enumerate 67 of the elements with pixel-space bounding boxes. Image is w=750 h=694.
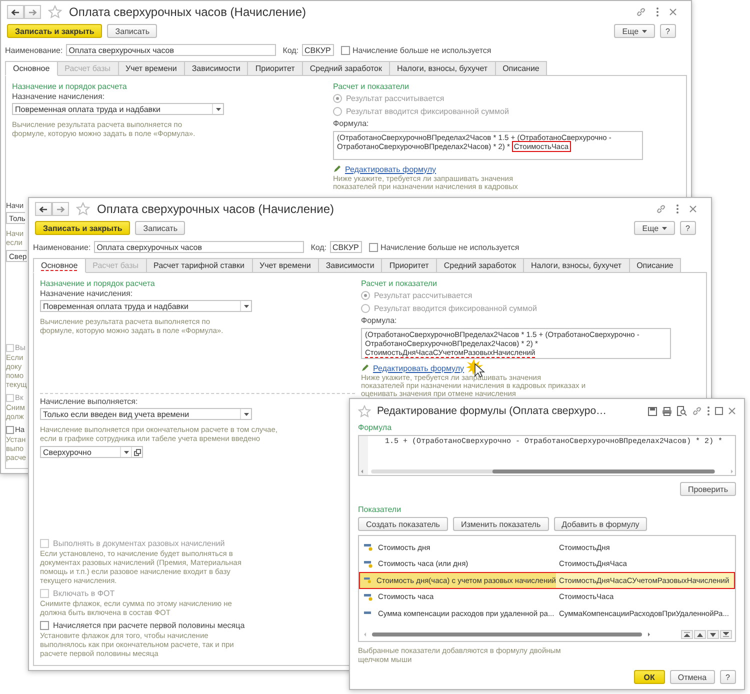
section-title: Назначение и порядок расчета: [12, 82, 128, 92]
dropdown-field[interactable]: Сверхурочно: [40, 446, 143, 458]
tab[interactable]: Основное: [5, 61, 58, 76]
field-label: Формула:: [333, 119, 370, 129]
checkbox-label: Начисление больше не используется: [352, 46, 492, 54]
name-label: Наименование:: [33, 242, 91, 252]
tab[interactable]: Основное: [33, 258, 86, 273]
tab[interactable]: Расчет тарифной ставки: [146, 258, 252, 273]
section-title: Формула: [358, 423, 393, 433]
section-title: Показатели: [358, 505, 402, 515]
section-title: Расчет и показатели: [361, 279, 438, 289]
check-button[interactable]: Проверить: [680, 482, 736, 496]
field-label: Начисление выполняется:: [40, 397, 139, 407]
tab[interactable]: Учет времени: [118, 61, 185, 76]
tab[interactable]: Приоритет: [247, 61, 303, 76]
field-label: Назначение начисления:: [40, 289, 134, 299]
code-label: Код:: [310, 242, 327, 252]
checkbox-label: Начисление больше не используется: [380, 242, 520, 252]
checkbox-label: Выполнять в документах разовых начислений: [53, 539, 225, 548]
checkbox-label: Начисляется при расчете первой половины месяца: [53, 621, 245, 630]
tab[interactable]: Налоги, взносы, бухучет: [522, 258, 630, 273]
more-button[interactable]: Еще: [614, 24, 655, 38]
section-title: Назначение и порядок расчета: [40, 279, 156, 289]
edit-formula-link[interactable]: Редактировать формулу: [345, 164, 436, 174]
cancel-button[interactable]: Отмена: [670, 670, 715, 684]
radio-label: Результат рассчитывается: [346, 94, 444, 103]
name-field[interactable]: Оплата сверхурочных часов: [94, 241, 304, 253]
window-title: Оплата сверхурочных часов (Начисление): [69, 5, 306, 19]
more-button[interactable]: Еще: [634, 221, 675, 235]
tab[interactable]: Приоритет: [381, 258, 437, 273]
toolbar-button[interactable]: Создать показатель: [358, 517, 448, 531]
toolbar-button[interactable]: Изменить показатель: [452, 517, 549, 531]
name-label: Наименование:: [5, 46, 63, 54]
tab[interactable]: Описание: [494, 61, 548, 76]
help-button[interactable]: ?: [660, 24, 676, 38]
checkbox-label: Включать в ФОТ: [53, 589, 115, 598]
toolbar-button[interactable]: Добавить в формулу: [554, 517, 648, 531]
help-button[interactable]: ?: [680, 221, 696, 235]
radio-label: Результат вводится фиксированной суммой: [346, 107, 509, 116]
window-title: Оплата сверхурочных часов (Начисление): [97, 202, 334, 216]
code-field[interactable]: СВКУР: [302, 44, 334, 56]
save-and-close-button[interactable]: Записать и закрыть: [35, 221, 130, 235]
tab[interactable]: Описание: [628, 258, 682, 273]
ok-button[interactable]: ОК: [634, 670, 665, 684]
help-button[interactable]: ?: [720, 670, 736, 684]
field-label: Назначение начисления:: [12, 92, 106, 102]
tab[interactable]: Налоги, взносы, бухучет: [388, 61, 496, 76]
field-label: Формула:: [361, 316, 398, 326]
tab[interactable]: Средний заработок: [302, 61, 390, 76]
radio-label: Результат вводится фиксированной суммой: [374, 304, 537, 313]
window-title: Редактирование формулы (Оплата сверхуро…: [377, 405, 607, 417]
tab[interactable]: Зависимости: [318, 258, 382, 273]
section-title: Расчет и показатели: [333, 82, 410, 92]
save-button[interactable]: Записать: [107, 24, 158, 38]
edit-formula-link[interactable]: Редактировать формулу: [373, 364, 464, 372]
dropdown-field[interactable]: Повременная оплата труда и надбавки: [12, 103, 224, 115]
save-and-close-button[interactable]: Записать и закрыть: [7, 24, 102, 38]
dropdown-field[interactable]: Только если введен вид учета времени: [40, 408, 252, 420]
radio-label: Результат рассчитывается: [374, 291, 472, 300]
code-field[interactable]: СВКУР: [330, 241, 362, 253]
tab[interactable]: Зависимости: [184, 61, 248, 76]
dropdown-field[interactable]: Повременная оплата труда и надбавки: [40, 300, 252, 312]
code-label: Код:: [282, 46, 299, 54]
name-field[interactable]: Оплата сверхурочных часов: [66, 44, 276, 56]
tab[interactable]: Средний заработок: [436, 258, 524, 273]
save-button[interactable]: Записать: [135, 221, 186, 235]
tab[interactable]: Учет времени: [252, 258, 319, 273]
